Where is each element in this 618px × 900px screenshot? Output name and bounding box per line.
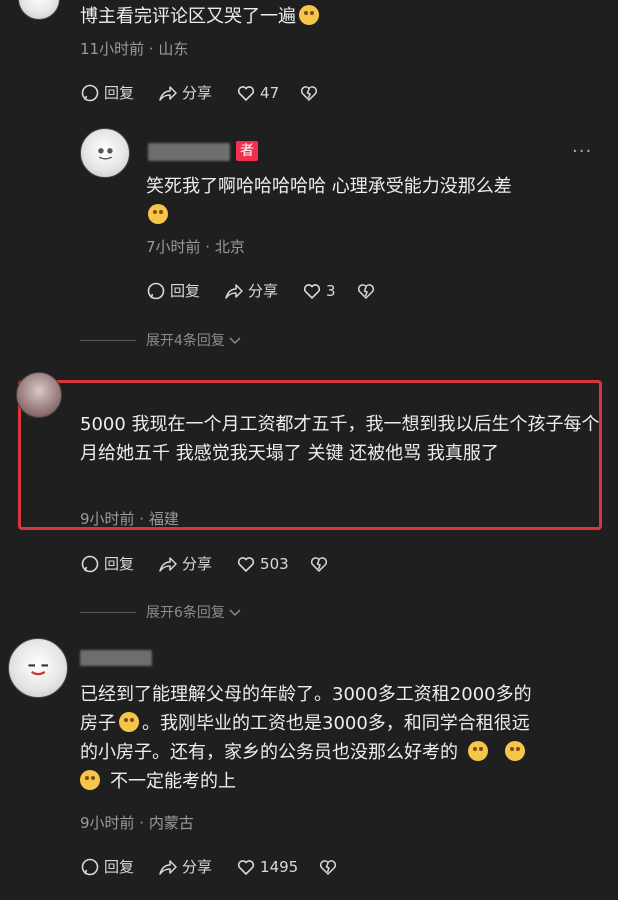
reply-icon	[147, 282, 165, 299]
more-icon[interactable]: ···	[572, 141, 592, 162]
comment-actions: 回复 分享 3	[146, 280, 376, 301]
divider	[80, 339, 136, 341]
comment-meta: 7小时前 · 北京	[146, 238, 245, 256]
share-icon	[225, 283, 243, 299]
reply-icon	[81, 858, 99, 875]
expand-chevron-icon	[229, 609, 241, 617]
reply-icon	[81, 84, 99, 101]
avatar[interactable]	[80, 128, 130, 178]
heart-icon	[303, 283, 321, 299]
share-button[interactable]: 分享	[158, 82, 212, 103]
laughing-emoji-icon	[148, 204, 168, 224]
comment-actions: 回复 分享 503	[80, 553, 329, 574]
comment-text: 5000 我现在一个月工资都才五千，我一想到我以后生个孩子每个月给她五千 我感觉…	[80, 414, 600, 464]
divider	[80, 611, 136, 613]
comment-text: 已经到了能理解父母的年龄了。3000多工资租2000多的 房子 。我刚毕业的工资也…	[80, 684, 532, 792]
reply-icon	[81, 555, 99, 572]
share-button[interactable]: 分享	[158, 553, 212, 574]
avatar-drawing	[28, 664, 48, 676]
sad-emoji-icon	[505, 741, 525, 761]
comment-meta: 9小时前 · 福建	[80, 510, 179, 528]
comment-text: 博主看完评论区又哭了一遍	[80, 2, 322, 31]
like-button[interactable]: 503	[236, 554, 289, 574]
username-redacted	[80, 650, 152, 666]
dislike-icon	[357, 283, 374, 299]
dislike-button[interactable]	[356, 281, 376, 301]
expand-replies-button[interactable]: 展开4条回复	[80, 330, 242, 350]
share-icon	[159, 556, 177, 572]
dislike-button[interactable]	[318, 857, 338, 877]
reply-button[interactable]: 回复	[146, 280, 200, 301]
dislike-icon	[310, 556, 327, 572]
dislike-button[interactable]	[309, 554, 329, 574]
share-icon	[159, 85, 177, 101]
heart-icon	[237, 556, 255, 572]
avatar[interactable]	[18, 0, 60, 20]
smile-emoji-icon	[119, 712, 139, 732]
like-button[interactable]: 3	[302, 281, 336, 301]
like-button[interactable]: 47	[236, 83, 279, 103]
avatar[interactable]	[8, 638, 68, 698]
comment-meta: 9小时前 · 内蒙古	[80, 814, 194, 832]
like-button[interactable]: 1495	[236, 857, 298, 877]
share-icon	[159, 859, 177, 875]
comment-actions: 回复 分享 1495	[80, 856, 338, 877]
comment-meta: 11小时前 · 山东	[80, 40, 189, 58]
reply-button[interactable]: 回复	[80, 856, 134, 877]
crying-emoji-icon	[299, 5, 319, 25]
share-button[interactable]: 分享	[158, 856, 212, 877]
heart-icon	[237, 859, 255, 875]
comment-actions: 回复 分享 47	[80, 82, 319, 103]
heart-icon	[237, 85, 255, 101]
expand-replies-button[interactable]: 展开6条回复	[80, 602, 242, 622]
dislike-button[interactable]	[299, 83, 319, 103]
author-badge: 者	[236, 141, 258, 161]
sad-emoji-icon	[80, 770, 100, 790]
username-redacted	[148, 143, 230, 161]
avatar[interactable]	[16, 372, 62, 418]
dislike-icon	[320, 859, 337, 875]
sad-emoji-icon	[468, 741, 488, 761]
reply-button[interactable]: 回复	[80, 82, 134, 103]
dislike-icon	[301, 85, 318, 101]
avatar-drawing	[97, 148, 113, 160]
reply-button[interactable]: 回复	[80, 553, 134, 574]
comment-text: 笑死我了啊哈哈哈哈哈 心理承受能力没那么差	[146, 172, 586, 230]
expand-chevron-icon	[229, 337, 241, 345]
share-button[interactable]: 分享	[224, 280, 278, 301]
